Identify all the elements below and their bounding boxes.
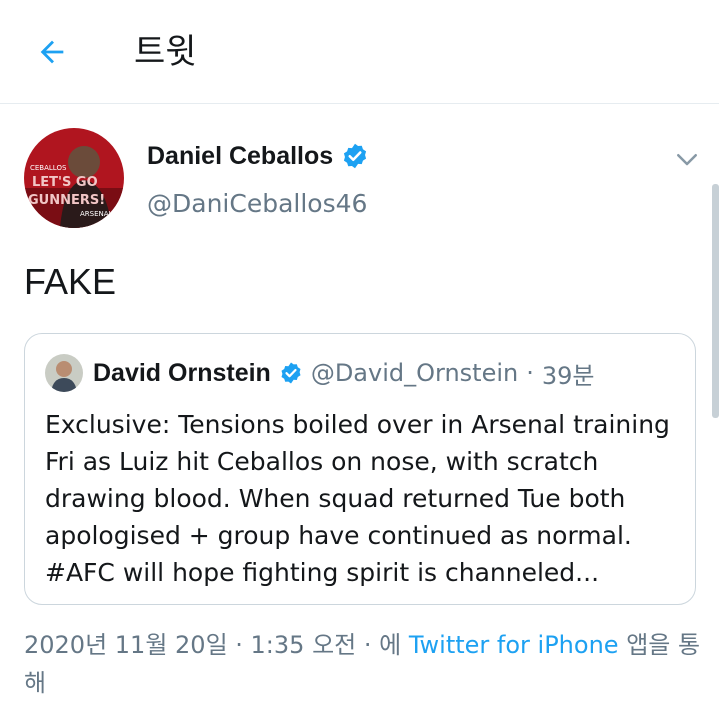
quoted-tweet[interactable]: David Ornstein @David_Ornstein · 39분 Exc… bbox=[24, 333, 696, 605]
tweet-datetime: 2020년 11월 20일 · 1:35 오전 · 에 bbox=[24, 631, 402, 659]
author-name-row[interactable]: Daniel Ceballos bbox=[147, 138, 369, 174]
back-button[interactable] bbox=[30, 30, 74, 74]
avatar-caption-3: GUNNERS! bbox=[28, 193, 105, 208]
tweet-source-link[interactable]: Twitter for iPhone bbox=[409, 631, 619, 659]
quoted-time: 39분 bbox=[541, 361, 595, 390]
verified-badge-icon bbox=[281, 362, 301, 384]
verified-badge-icon bbox=[344, 143, 367, 169]
more-options-button[interactable] bbox=[672, 144, 702, 174]
arrow-left-icon bbox=[40, 40, 64, 64]
author-avatar[interactable]: CEBALLOS LET'S GO GUNNERS! ARSENAL bbox=[24, 128, 124, 228]
tweet-text: FAKE bbox=[24, 261, 117, 302]
quoted-body: Exclusive: Tensions boiled over in Arsen… bbox=[45, 410, 670, 587]
avatar-caption-4: ARSENAL bbox=[80, 210, 113, 218]
quoted-author-avatar bbox=[45, 354, 83, 392]
author-handle[interactable]: @DaniCeballos46 bbox=[147, 186, 367, 222]
avatar-caption-2: LET'S GO bbox=[32, 175, 98, 190]
top-bar: 트윗 bbox=[0, 0, 719, 104]
avatar-caption-1: CEBALLOS bbox=[30, 164, 67, 172]
tweet-metadata: 2020년 11월 20일 · 1:35 오전 · 에 Twitter for … bbox=[24, 626, 704, 702]
page-title: 트윗 bbox=[134, 32, 197, 72]
avatar-image: CEBALLOS LET'S GO GUNNERS! ARSENAL bbox=[24, 128, 124, 228]
quoted-header: David Ornstein @David_Ornstein · 39분 bbox=[93, 354, 595, 392]
quoted-separator: · bbox=[526, 359, 534, 387]
quoted-author-name: David Ornstein bbox=[93, 358, 271, 387]
scrollbar[interactable] bbox=[712, 184, 719, 418]
author-name: Daniel Ceballos bbox=[147, 142, 334, 170]
quoted-author-handle: @David_Ornstein bbox=[310, 359, 519, 387]
chevron-down-icon bbox=[677, 154, 697, 166]
quoted-avatar-image bbox=[45, 354, 83, 392]
